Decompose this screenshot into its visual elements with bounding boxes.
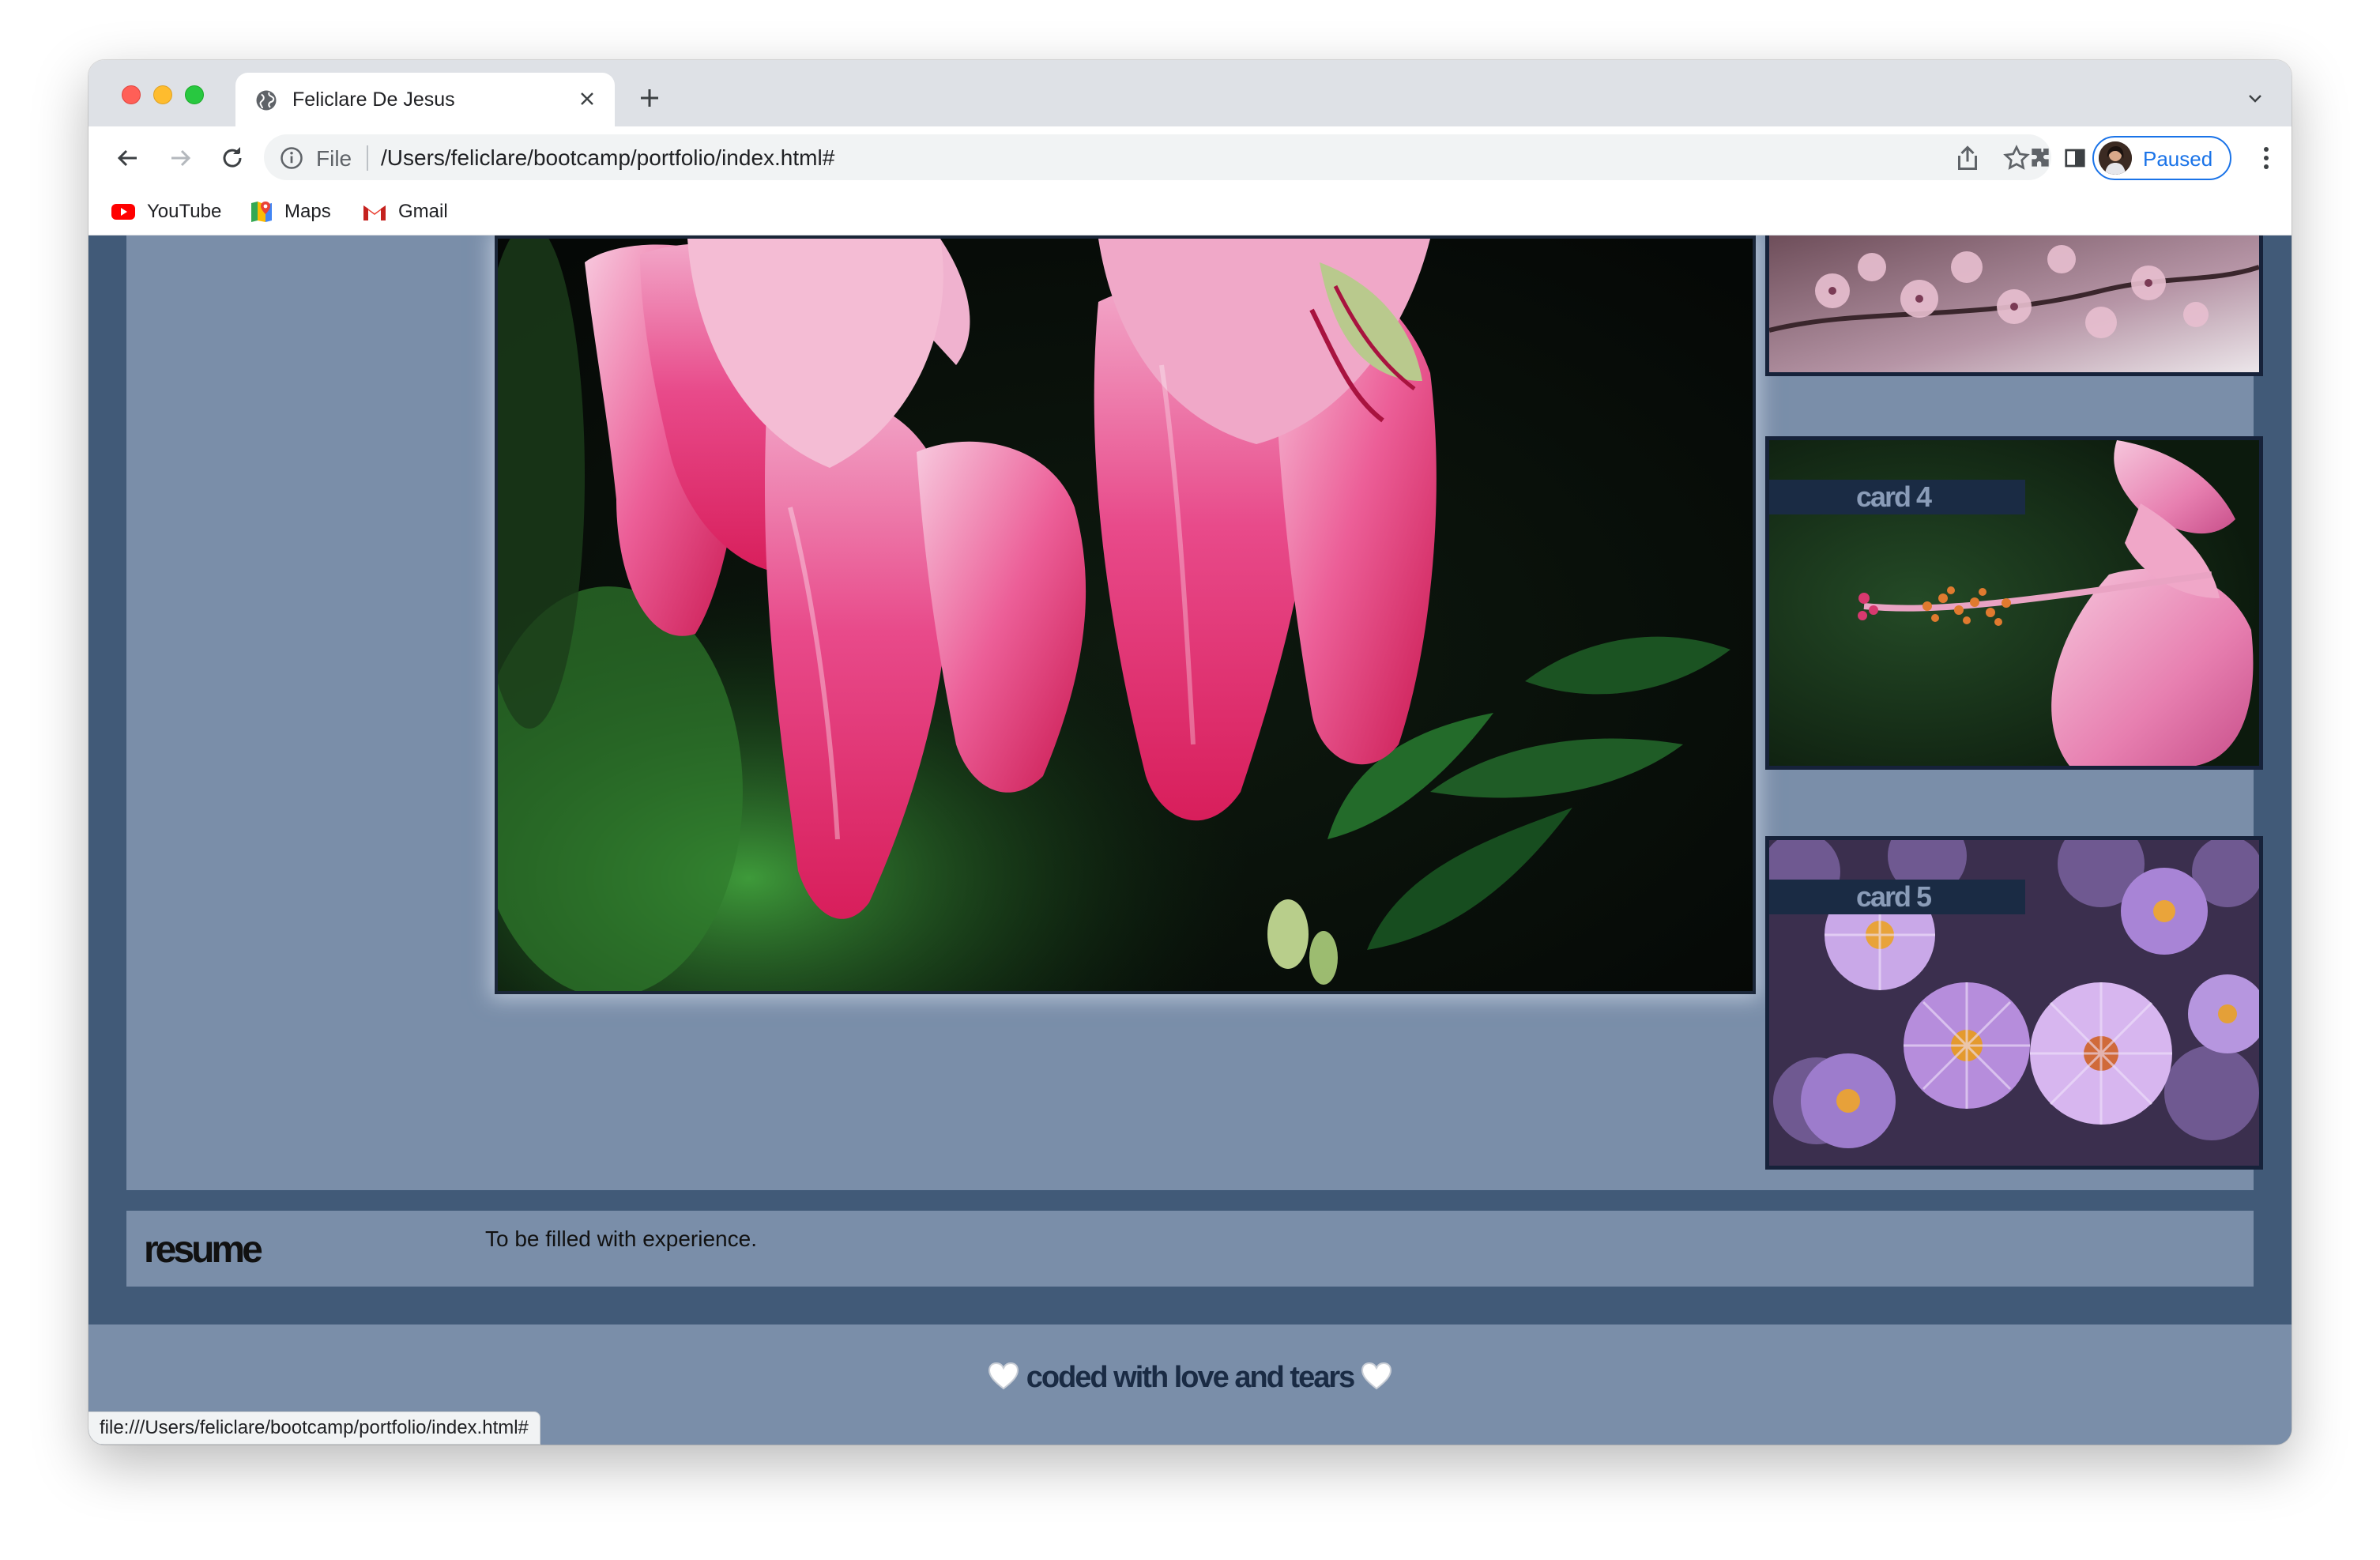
- browser-tab[interactable]: Feliclare De Jesus: [235, 73, 615, 126]
- share-icon[interactable]: [1953, 144, 1982, 172]
- maps-icon: [251, 202, 272, 222]
- gmail-icon: [363, 205, 386, 220]
- card-4[interactable]: card 4: [1765, 436, 2263, 770]
- card-5[interactable]: card 5: [1765, 836, 2263, 1170]
- minimize-window-button[interactable]: [153, 85, 172, 104]
- card-4-label: card 4: [1769, 480, 2025, 514]
- profile-button[interactable]: Paused: [2092, 136, 2231, 180]
- extensions-puzzle-icon[interactable]: [2024, 142, 2056, 174]
- bookmark-label: Maps: [284, 201, 331, 222]
- bookmark-label: Gmail: [398, 201, 448, 222]
- card-5-label: card 5: [1769, 880, 2025, 914]
- more-menu-icon[interactable]: [2250, 142, 2282, 174]
- youtube-icon: [111, 204, 135, 220]
- heart-icon: [1361, 1362, 1391, 1390]
- globe-icon: [256, 90, 277, 111]
- bookmark-label: YouTube: [147, 201, 222, 222]
- reload-icon[interactable]: [217, 142, 248, 174]
- gallery-section: card 4 card 5: [126, 236, 2263, 1190]
- omnibox-divider: [367, 145, 368, 171]
- featured-flower-image[interactable]: [495, 236, 1756, 994]
- forward-arrow-icon[interactable]: [164, 142, 196, 174]
- new-tab-icon[interactable]: [635, 84, 664, 112]
- card-3-image[interactable]: [1765, 236, 2263, 376]
- page-viewport[interactable]: card 4 card 5 resume To be filled with e…: [88, 236, 2292, 1445]
- profile-status-label: Paused: [2143, 147, 2213, 171]
- heart-icon: [989, 1362, 1019, 1390]
- footer-tagline: coded with love and tears: [1026, 1361, 1356, 1394]
- resume-heading: resume: [144, 1229, 263, 1271]
- resume-text: To be filled with experience.: [485, 1227, 757, 1251]
- browser-toolbar: File /Users/feliclare/bootcamp/portfolio…: [88, 126, 2292, 190]
- bookmarks-bar: YouTube Maps Gmail: [88, 190, 2292, 236]
- tab-search-chevron-icon[interactable]: [2243, 85, 2268, 111]
- maximize-window-button[interactable]: [185, 85, 204, 104]
- address-bar[interactable]: File /Users/feliclare/bootcamp/portfolio…: [264, 134, 2051, 180]
- tab-strip: Feliclare De Jesus: [88, 60, 2292, 126]
- bookmark-maps[interactable]: Maps: [250, 198, 331, 226]
- url-text[interactable]: /Users/feliclare/bootcamp/portfolio/inde…: [381, 145, 834, 171]
- close-tab-icon[interactable]: [574, 85, 601, 112]
- avatar: [2099, 141, 2132, 175]
- side-panel-icon[interactable]: [2059, 142, 2091, 174]
- bookmark-youtube[interactable]: YouTube: [111, 198, 221, 226]
- close-window-button[interactable]: [122, 85, 141, 104]
- bookmark-gmail[interactable]: Gmail: [362, 198, 448, 226]
- status-bar-url: file:///Users/feliclare/bootcamp/portfol…: [88, 1411, 540, 1445]
- info-icon[interactable]: [280, 146, 303, 170]
- resume-section: resume To be filled with experience.: [126, 1211, 2254, 1287]
- tab-title: Feliclare De Jesus: [292, 89, 455, 111]
- scheme-label: File: [316, 146, 352, 171]
- footer-text-row: coded with love and tears: [88, 1361, 2292, 1395]
- browser-window: Feliclare De Jesus File /Users/feliclare…: [88, 60, 2292, 1445]
- back-arrow-icon[interactable]: [112, 142, 144, 174]
